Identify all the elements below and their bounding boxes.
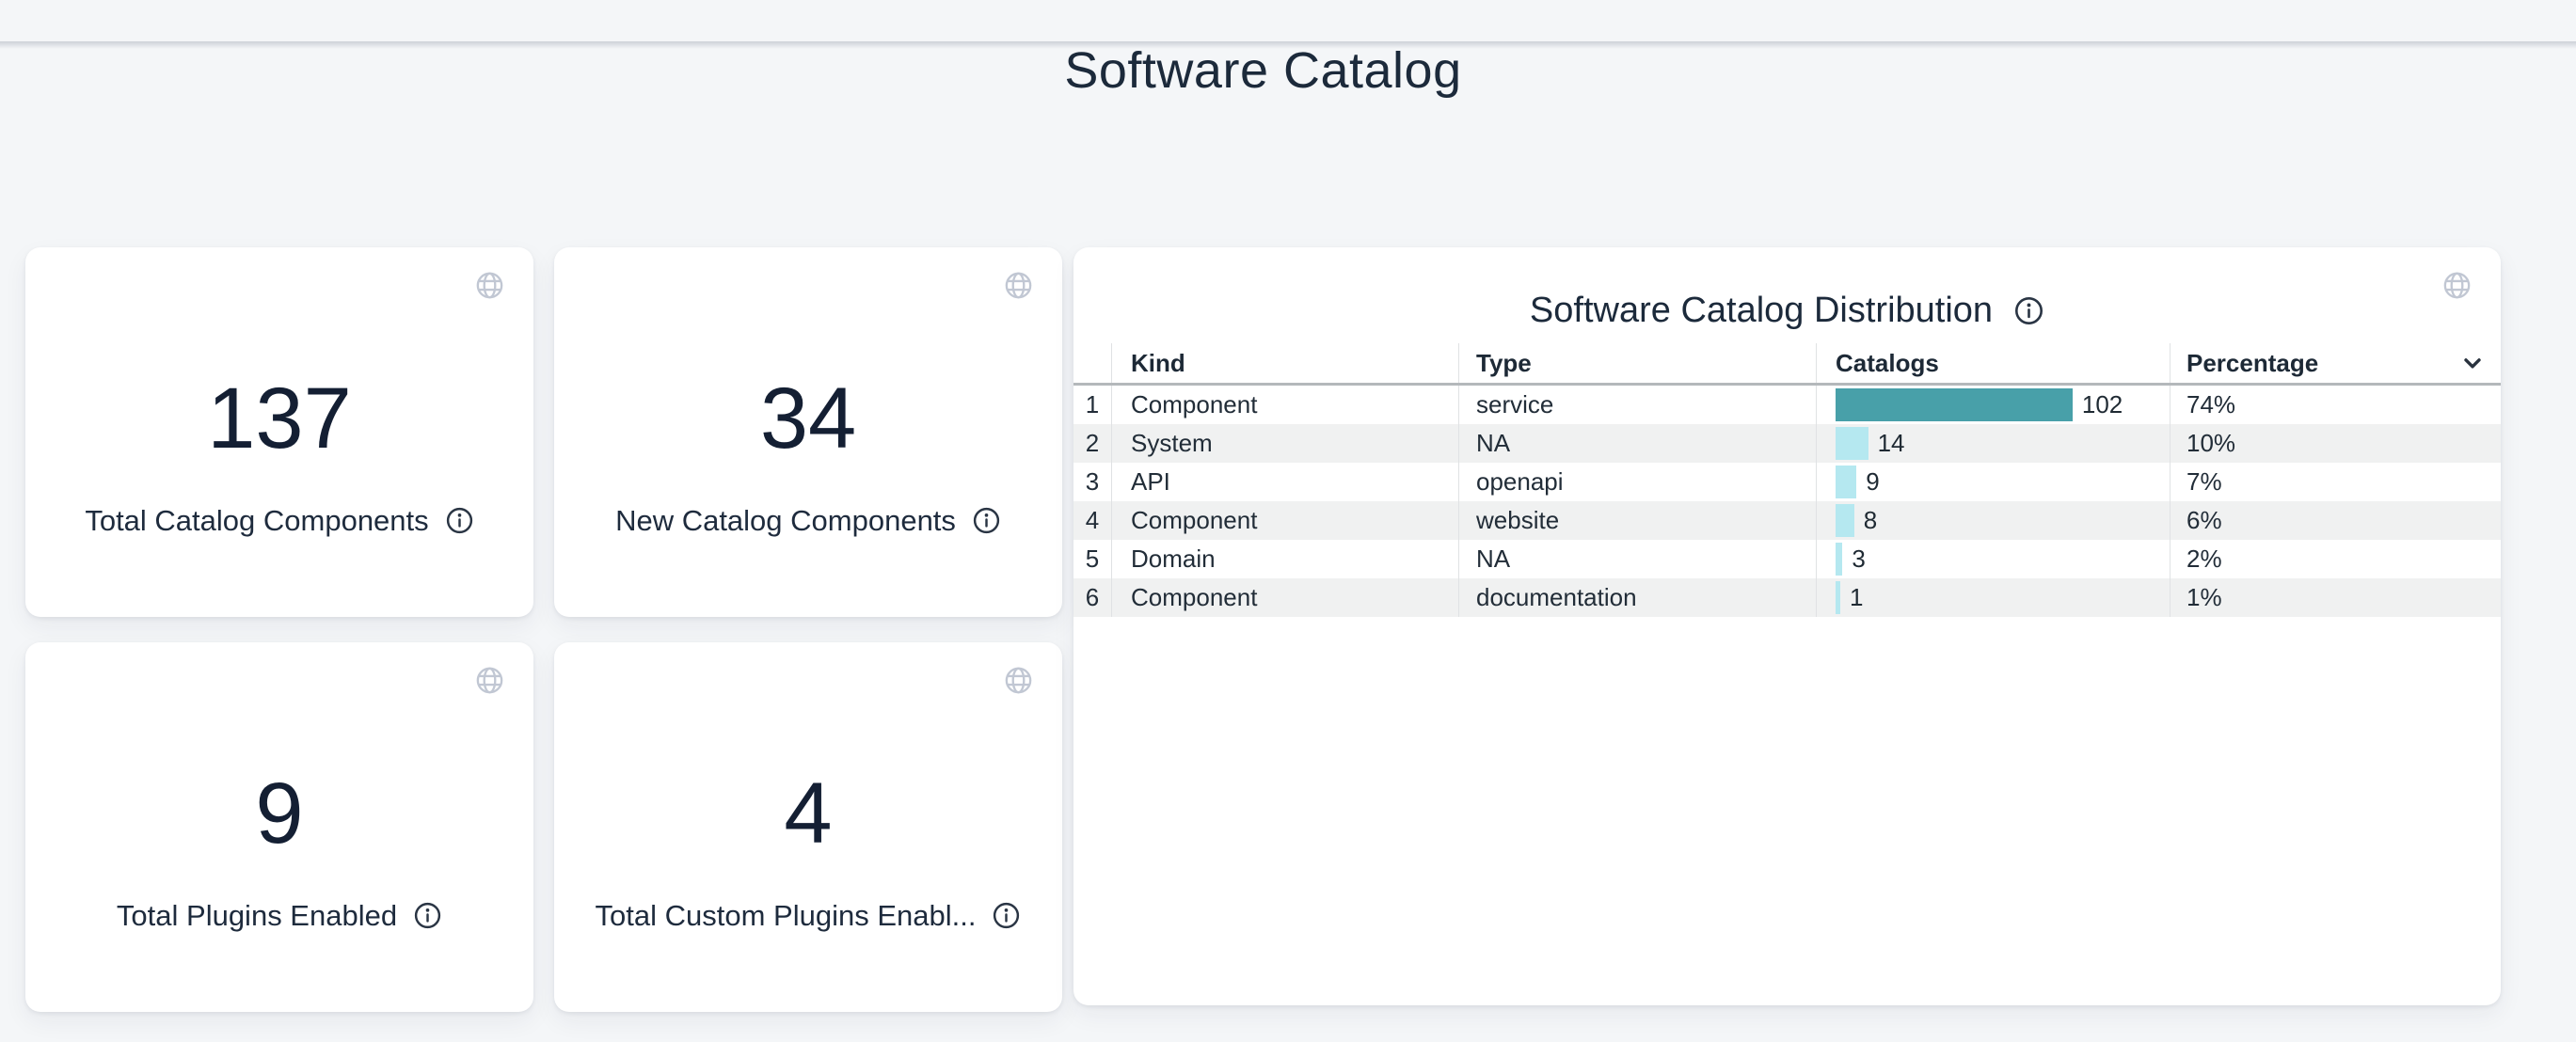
stat-value: 9 <box>255 770 303 857</box>
type-cell: NA <box>1458 540 1816 578</box>
stat-label-row: Total Catalog Components <box>85 503 473 538</box>
globe-icon[interactable] <box>1003 665 1034 696</box>
catalogs-cell: 102 <box>1816 386 2170 424</box>
column-header-type[interactable]: Type <box>1458 343 1816 383</box>
globe-icon[interactable] <box>1003 270 1034 301</box>
percentage-cell: 1% <box>2170 578 2501 617</box>
stat-card-content: 34 New Catalog Components <box>615 375 1001 538</box>
type-cell: website <box>1458 501 1816 540</box>
table-row[interactable]: 4Componentwebsite 8 6% <box>1073 501 2501 540</box>
row-index-cell: 6 <box>1073 583 1111 612</box>
stat-label: Total Custom Plugins Enabl... <box>596 898 977 933</box>
catalogs-bar <box>1836 388 2073 421</box>
globe-icon[interactable] <box>474 270 505 301</box>
percentage-cell: 7% <box>2170 463 2501 501</box>
catalogs-value: 8 <box>1864 506 1877 535</box>
kind-cell: System <box>1111 424 1458 463</box>
panel-title-row: Software Catalog Distribution <box>1073 283 2501 338</box>
kind-cell: Component <box>1111 386 1458 424</box>
table-body: 1Componentservice10274%2SystemNA1410%3AP… <box>1073 386 2501 617</box>
column-header-catalogs[interactable]: Catalogs <box>1816 343 2170 383</box>
table-row[interactable]: 6Componentdocumentation 1 1% <box>1073 578 2501 617</box>
kind-cell: Domain <box>1111 540 1458 578</box>
catalogs-cell: 8 <box>1816 501 2170 540</box>
catalogs-bar <box>1836 466 1856 498</box>
catalogs-cell: 1 <box>1816 578 2170 617</box>
row-index-cell: 3 <box>1073 467 1111 497</box>
globe-icon[interactable] <box>474 665 505 696</box>
stat-label: New Catalog Components <box>615 503 956 538</box>
catalogs-cell: 3 <box>1816 540 2170 578</box>
catalogs-value: 102 <box>2082 390 2123 419</box>
table-row[interactable]: 2SystemNA 14 10% <box>1073 424 2501 463</box>
stat-label-row: New Catalog Components <box>615 503 1001 538</box>
catalogs-bar <box>1836 427 1868 460</box>
table-row[interactable]: 5DomainNA 3 2% <box>1073 540 2501 578</box>
dashboard-layout: 137Total Catalog Components34New Catalog… <box>25 247 2501 1012</box>
catalogs-bar <box>1836 543 1842 576</box>
stat-label: Total Plugins Enabled <box>117 898 397 933</box>
page-title: Software Catalog <box>25 41 2501 100</box>
stat-label-row: Total Custom Plugins Enabl... <box>596 898 1022 933</box>
stat-label-row: Total Plugins Enabled <box>117 898 442 933</box>
row-index-cell: 1 <box>1073 390 1111 419</box>
stat-card: 9 Total Plugins Enabled <box>25 642 533 1012</box>
row-index-cell: 2 <box>1073 429 1111 458</box>
row-index-cell: 4 <box>1073 506 1111 535</box>
table-row[interactable]: 3APIopenapi 9 7% <box>1073 463 2501 501</box>
globe-icon[interactable] <box>2441 270 2473 301</box>
info-icon[interactable] <box>972 506 1001 535</box>
stat-value: 137 <box>207 375 352 462</box>
stat-card: 34 New Catalog Components <box>554 247 1062 617</box>
stat-label: Total Catalog Components <box>85 503 428 538</box>
catalogs-bar <box>1836 581 1840 614</box>
info-icon[interactable] <box>413 901 442 930</box>
distribution-table: Kind Type Catalogs Percentage 1Component… <box>1073 343 2501 617</box>
table-row[interactable]: 1Componentservice 102 74% <box>1073 386 2501 424</box>
catalogs-value: 3 <box>1852 545 1865 574</box>
kind-cell: API <box>1111 463 1458 501</box>
catalogs-bar <box>1836 504 1854 537</box>
catalogs-value: 9 <box>1866 467 1879 497</box>
catalogs-value: 14 <box>1878 429 1905 458</box>
panel-title: Software Catalog Distribution <box>1530 291 1993 331</box>
chevron-down-icon[interactable] <box>2459 350 2486 376</box>
distribution-panel: Software Catalog Distribution Kind Type … <box>1073 247 2501 1005</box>
table-header-row: Kind Type Catalogs Percentage <box>1073 343 2501 386</box>
stat-card: 4 Total Custom Plugins Enabl... <box>554 642 1062 1012</box>
stat-card-content: 9 Total Plugins Enabled <box>117 770 442 933</box>
stat-card-content: 137 Total Catalog Components <box>85 375 473 538</box>
column-header-kind[interactable]: Kind <box>1111 343 1458 383</box>
stat-card: 137 Total Catalog Components <box>25 247 533 617</box>
percentage-cell: 6% <box>2170 501 2501 540</box>
percentage-cell: 74% <box>2170 386 2501 424</box>
catalogs-cell: 9 <box>1816 463 2170 501</box>
stat-card-content: 4 Total Custom Plugins Enabl... <box>596 770 1022 933</box>
info-icon[interactable] <box>445 506 474 535</box>
type-cell: service <box>1458 386 1816 424</box>
type-cell: openapi <box>1458 463 1816 501</box>
column-header-percentage[interactable]: Percentage <box>2170 343 2501 383</box>
percentage-cell: 10% <box>2170 424 2501 463</box>
catalogs-cell: 14 <box>1816 424 2170 463</box>
info-icon[interactable] <box>992 901 1021 930</box>
stat-value: 34 <box>760 375 856 462</box>
stat-value: 4 <box>784 770 832 857</box>
type-cell: documentation <box>1458 578 1816 617</box>
percentage-cell: 2% <box>2170 540 2501 578</box>
kind-cell: Component <box>1111 501 1458 540</box>
row-index-cell: 5 <box>1073 545 1111 574</box>
stat-cards-grid: 137 Total Catalog Components 34 New Catalog… <box>25 247 1062 1012</box>
kind-cell: Component <box>1111 578 1458 617</box>
info-icon[interactable] <box>2013 295 2044 326</box>
catalogs-value: 1 <box>1850 583 1863 612</box>
type-cell: NA <box>1458 424 1816 463</box>
